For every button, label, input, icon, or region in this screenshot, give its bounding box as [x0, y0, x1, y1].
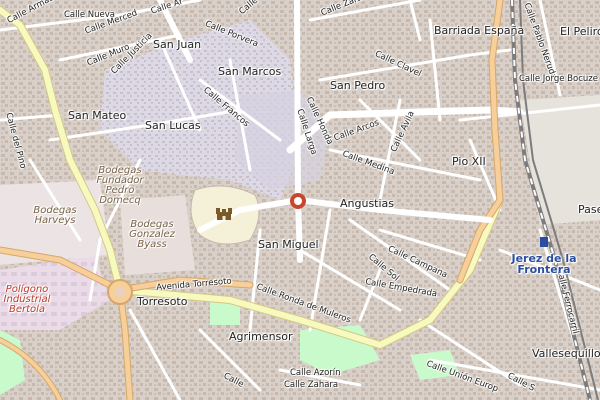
district-label: Barriada España	[434, 24, 525, 37]
district-label: Agrimensor	[229, 330, 293, 343]
station-icon	[540, 237, 548, 247]
map-canvas[interactable]: San Juan San Marcos San Pedro Barriada E…	[0, 0, 600, 400]
district-label: Paseo	[578, 203, 600, 216]
district-label: Vallesequillo	[532, 347, 600, 360]
district-label: El Pelirón	[560, 25, 600, 38]
street-label: Calle Azorín	[290, 368, 341, 378]
location-marker-icon[interactable]	[290, 193, 306, 209]
street-label: Calle Jorge Bocuze	[519, 74, 598, 84]
industrial-area-label: Polígono Industrial Bertola	[3, 284, 51, 315]
castle-icon	[216, 208, 232, 220]
district-label: Pio XII	[452, 155, 486, 168]
district-label: San Miguel	[258, 238, 319, 251]
district-label: San Lucas	[145, 119, 201, 132]
roundabout-center	[115, 287, 125, 297]
district-label: San Pedro	[330, 79, 386, 92]
poi-label: Bodegas Gonzalez Byass	[129, 219, 175, 250]
district-label: San Juan	[153, 38, 202, 51]
district-label: Torresoto	[137, 295, 188, 308]
district-label: San Marcos	[218, 65, 282, 78]
station-label: Jerez de la Frontera	[511, 252, 577, 276]
district-label: San Mateo	[68, 109, 127, 122]
poi-label: Bodegas Fundador Pedro Domecq	[96, 165, 144, 206]
street-label: Calle Zahara	[284, 380, 339, 390]
district-label: Angustias	[340, 197, 395, 210]
poi-label: Bodegas Harveys	[33, 205, 77, 226]
